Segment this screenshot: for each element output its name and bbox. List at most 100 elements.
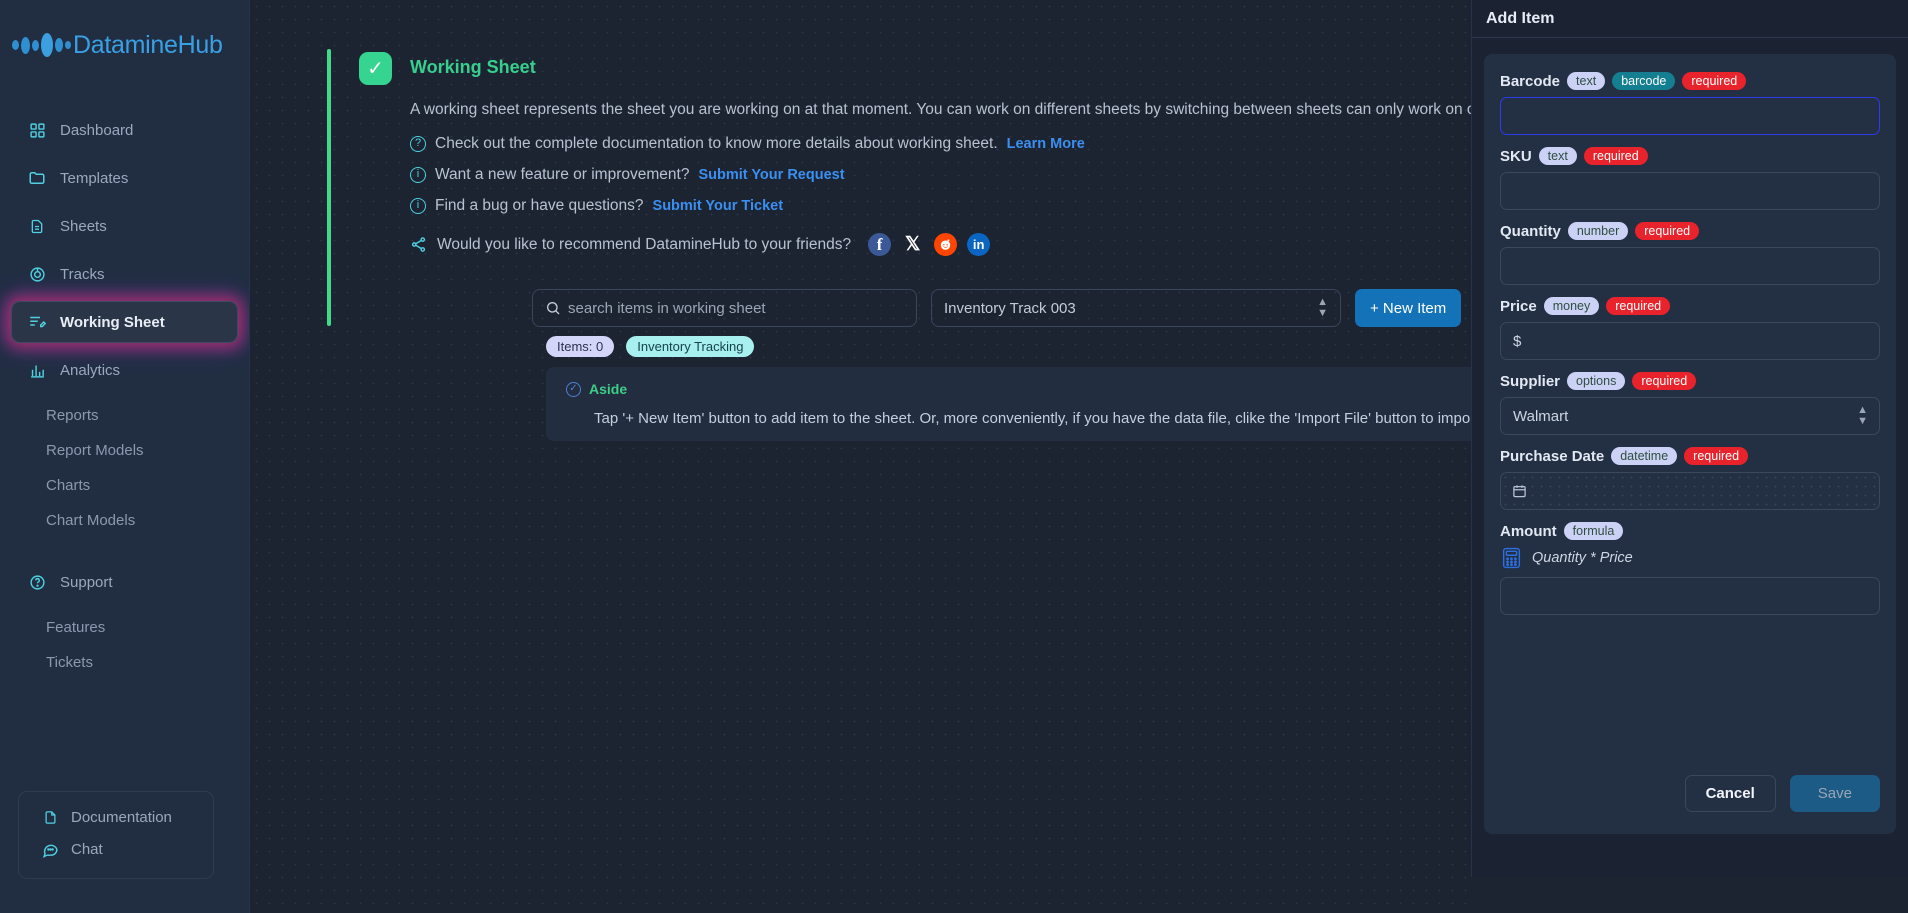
submit-request-link[interactable]: Submit Your Request [698, 167, 844, 183]
field-label-row: SKU text required [1500, 147, 1880, 165]
field-type-tag: options [1567, 372, 1626, 390]
x-icon[interactable]: 𝕏 [901, 233, 924, 256]
field-type-tag: datetime [1611, 447, 1678, 465]
field-type-tag: money [1543, 297, 1600, 315]
calculator-icon [1502, 547, 1521, 569]
check-circle-icon: ✓ [566, 381, 581, 397]
logo-dots-icon [12, 33, 71, 57]
share-text: Would you like to recommend DatamineHub … [437, 235, 852, 253]
submit-ticket-link[interactable]: Submit Your Ticket [653, 198, 784, 214]
check-icon: ✓ [359, 52, 392, 85]
facebook-icon[interactable]: f [868, 233, 892, 256]
share-row: Would you like to recommend DatamineHub … [410, 233, 1427, 256]
purchase-date-input[interactable] [1500, 472, 1880, 510]
reddit-icon[interactable] [934, 233, 958, 256]
aside-header: ✓ Aside [566, 381, 1471, 397]
sidebar-subitem-report-models[interactable]: Report Models [0, 433, 249, 468]
amount-input[interactable] [1500, 577, 1880, 615]
search-input[interactable] [568, 299, 904, 317]
sidebar-item-label: Sheets [60, 217, 107, 235]
field-label: SKU [1500, 147, 1532, 165]
sheet-select-value: Inventory Track 003 [944, 299, 1076, 317]
add-item-panel: Add Item Barcode text barcode required S… [1471, 0, 1908, 877]
sidebar-item-label: Dashboard [60, 121, 134, 139]
field-label-row: Supplier options required [1500, 372, 1880, 390]
sidebar-item-documentation[interactable]: Documentation [25, 802, 207, 832]
field-label: Price [1500, 297, 1537, 315]
info-line-text: Find a bug or have questions? [435, 197, 644, 214]
sheet-badges: Items: 0 Inventory Tracking [546, 336, 755, 357]
field-label-row: Price money required [1500, 297, 1880, 315]
sidebar-subitem-chart-models[interactable]: Chart Models [0, 503, 249, 538]
price-input[interactable] [1500, 322, 1880, 360]
field-type-tag: formula [1563, 522, 1624, 540]
sidebar-item-working-sheet[interactable]: Working Sheet [12, 302, 237, 342]
info-icon: i [410, 167, 426, 183]
target-icon [28, 265, 46, 283]
sidebar-item-templates[interactable]: Templates [12, 158, 237, 198]
field-type-tag: text [1567, 72, 1606, 90]
cancel-button[interactable]: Cancel [1684, 775, 1776, 812]
sidebar-item-label: Analytics [60, 361, 121, 379]
sidebar-item-sheets[interactable]: Sheets [12, 206, 237, 246]
question-circle-icon [28, 573, 46, 591]
brand-name: DatamineHub [73, 30, 223, 59]
field-barcode: Barcode text barcode required [1500, 72, 1880, 135]
new-item-button[interactable]: + New Item [1355, 289, 1462, 327]
field-required-tag: required [1583, 147, 1648, 165]
supplier-select[interactable] [1500, 397, 1880, 435]
share-icon [410, 236, 427, 253]
working-sheet-toolbar: Inventory Track 003 ▲▼ + New Item [532, 289, 1471, 327]
field-label: Quantity [1500, 222, 1561, 240]
sidebar-subitem-charts[interactable]: Charts [0, 468, 249, 503]
bar-chart-icon [28, 361, 46, 379]
status-badge-template: Inventory Tracking [626, 336, 755, 357]
sidebar-item-chat[interactable]: Chat [25, 834, 207, 864]
barcode-input[interactable] [1500, 97, 1880, 135]
brand-logo[interactable]: DatamineHub [0, 0, 249, 68]
info-line-documentation: ? Check out the complete documentation t… [410, 135, 1427, 153]
sidebar-item-support[interactable]: Support [12, 562, 237, 602]
save-button[interactable]: Save [1789, 775, 1880, 812]
sidebar-item-label: Documentation [71, 808, 172, 826]
page-icon [41, 808, 59, 826]
page-title: Working Sheet [410, 57, 536, 77]
field-quantity: Quantity number required [1500, 222, 1880, 285]
sidebar-item-dashboard[interactable]: Dashboard [12, 110, 237, 150]
field-required-tag: required [1682, 72, 1747, 90]
sheet-select[interactable]: Inventory Track 003 ▲ ▼ [931, 289, 1341, 327]
learn-more-link[interactable]: Learn More [1007, 136, 1085, 152]
sidebar-item-label: Support [60, 573, 113, 591]
sidebar-subitem-features[interactable]: Features [0, 610, 249, 645]
grid-icon [28, 121, 46, 139]
info-card-description: A working sheet represents the sheet you… [410, 101, 1471, 118]
chat-bubble-icon [41, 840, 59, 858]
sidebar-support-block: Support Features Tickets [0, 562, 249, 680]
field-required-tag: required [1606, 297, 1671, 315]
formula-expression: Quantity * Price [1532, 550, 1633, 566]
quantity-input[interactable] [1500, 247, 1880, 285]
field-kind-tag: barcode [1612, 72, 1676, 90]
info-line-text: Check out the complete documentation to … [435, 135, 998, 152]
question-icon: ? [410, 136, 426, 152]
field-type-tag: number [1567, 222, 1629, 240]
sidebar-subitem-tickets[interactable]: Tickets [0, 645, 249, 680]
info-card-body: A working sheet represents the sheet you… [359, 97, 1471, 256]
sku-input[interactable] [1500, 172, 1880, 210]
sidebar-item-tracks[interactable]: Tracks [12, 254, 237, 294]
search-box[interactable] [532, 289, 917, 327]
linkedin-icon[interactable]: in [967, 233, 991, 256]
sidebar-bottom-box: Documentation Chat [18, 791, 214, 879]
sidebar-nav: Dashboard Templates Sheets Tracks Workin… [0, 110, 249, 680]
sidebar-subitem-reports[interactable]: Reports [0, 398, 249, 433]
working-sheet-info-card: ✓ Working Sheet A working sheet represen… [327, 49, 1471, 326]
info-card-header: ✓ Working Sheet [359, 52, 1427, 85]
sidebar-item-analytics[interactable]: Analytics [12, 350, 237, 390]
chevron-updown-icon: ▲ ▼ [1317, 296, 1328, 319]
sidebar-item-label: Working Sheet [60, 313, 165, 331]
add-item-form: Barcode text barcode required SKU text r… [1484, 54, 1896, 834]
field-supplier: Supplier options required ▲▼ [1500, 372, 1880, 435]
main-content: ✓ Working Sheet A working sheet represen… [250, 0, 1471, 913]
document-icon [28, 217, 46, 235]
status-badge-items: Items: 0 [546, 336, 615, 357]
